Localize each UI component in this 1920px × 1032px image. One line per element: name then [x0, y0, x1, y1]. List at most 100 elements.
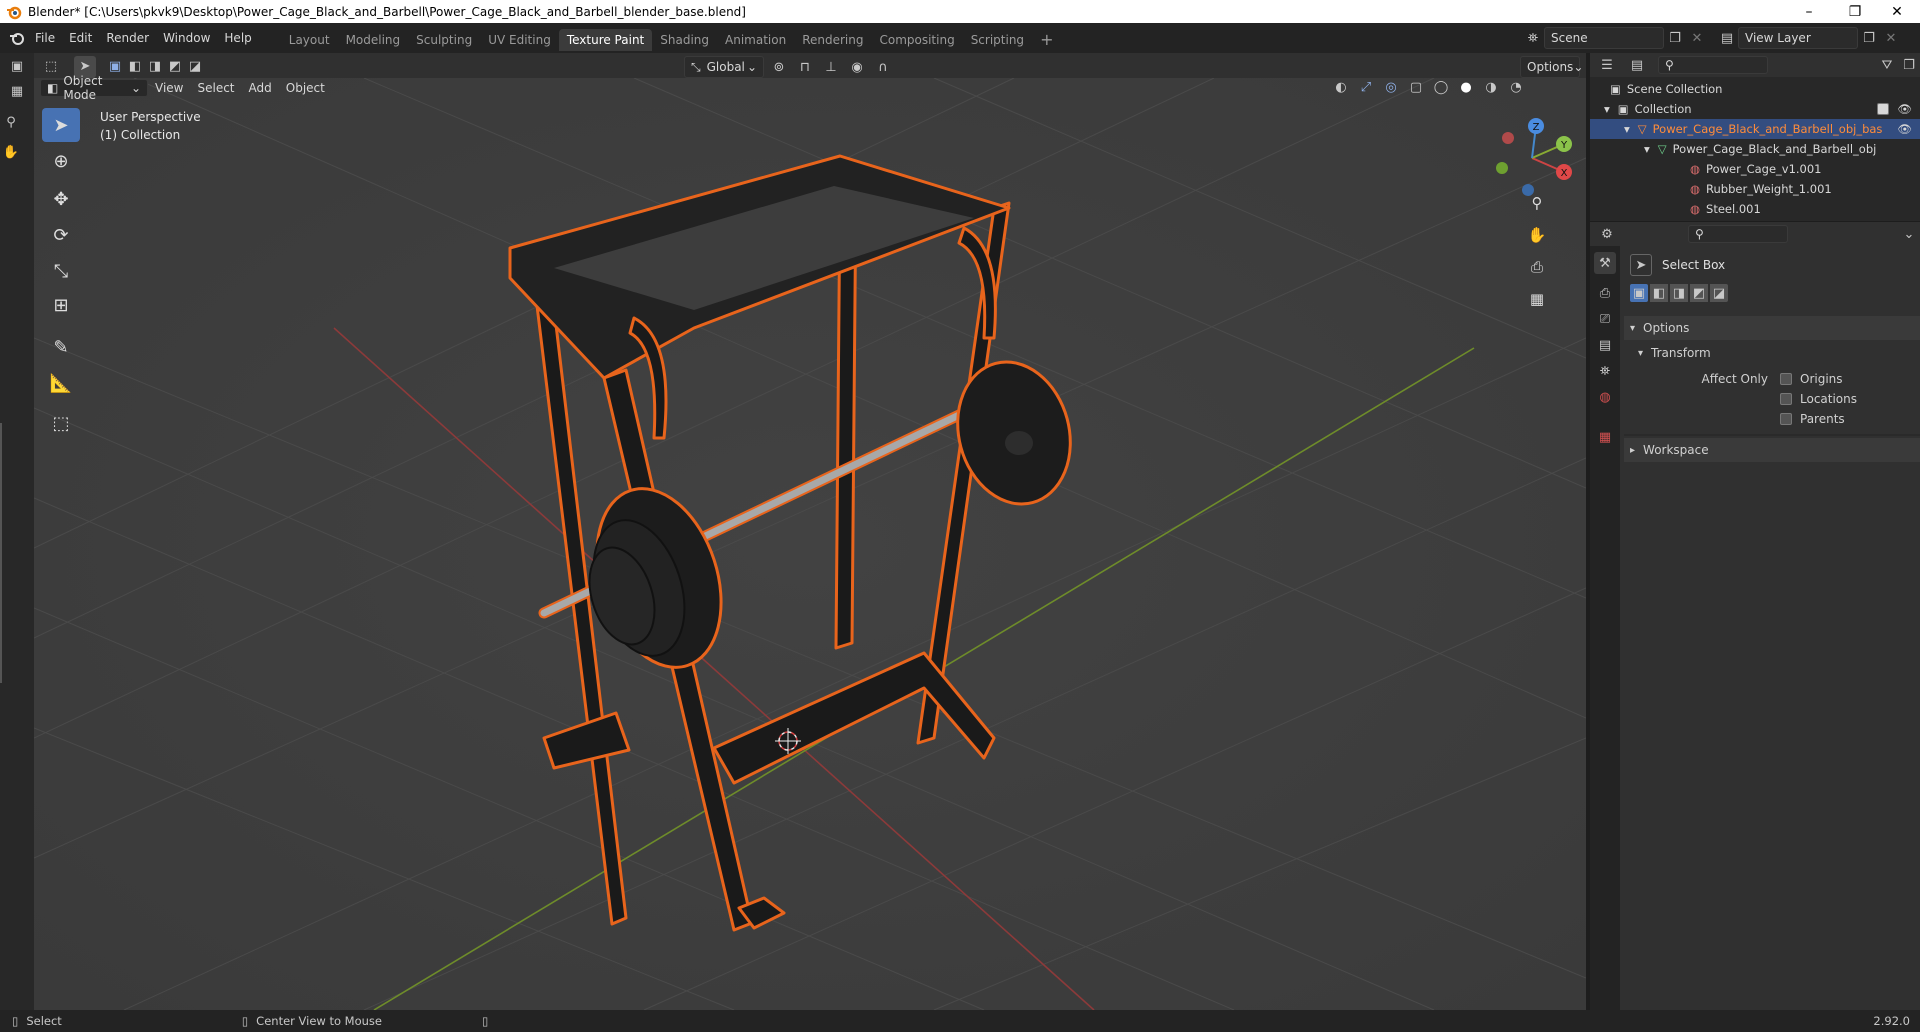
3d-viewport[interactable]: User Perspective (1) Collection X Y Z ⚲ …: [34, 78, 1586, 1010]
scene-tab-icon[interactable]: ⛯: [1594, 360, 1616, 382]
view-layer-icon[interactable]: ▤: [1716, 27, 1738, 49]
proportional-edit-icon[interactable]: ◉: [846, 56, 868, 78]
solid-shading-icon[interactable]: ●: [1455, 78, 1477, 96]
transform-subsection-header[interactable]: ▾ Transform: [1638, 342, 1920, 364]
tab-compositing[interactable]: Compositing: [871, 29, 962, 51]
orientation-dropdown[interactable]: ⤡ Global ⌄: [684, 56, 764, 78]
tab-uv-editing[interactable]: UV Editing: [480, 29, 559, 51]
maximize-button[interactable]: ❐: [1832, 0, 1878, 23]
add-cube-tool[interactable]: ⬚: [42, 406, 80, 440]
outliner-search-input[interactable]: ⚲: [1658, 56, 1768, 74]
pan-icon[interactable]: ✋: [1524, 222, 1550, 248]
wireframe-shading-icon[interactable]: ◯: [1430, 78, 1452, 96]
tab-modeling[interactable]: Modeling: [338, 29, 409, 51]
editor-type-icon[interactable]: ▣: [6, 55, 28, 77]
outliner-row-collection[interactable]: ▾ ▣ Collection 👁: [1590, 99, 1920, 119]
zoom-side-icon[interactable]: ⚲: [0, 111, 22, 133]
new-view-layer-icon[interactable]: ❐: [1858, 27, 1880, 49]
mode-set-icon[interactable]: ▣: [1630, 284, 1648, 302]
perspective-toggle-icon[interactable]: ▦: [1524, 286, 1550, 312]
xray-icon[interactable]: ▢: [1405, 78, 1427, 96]
gizmo-toggle-icon[interactable]: ⤢: [1355, 78, 1377, 96]
select-box-tool[interactable]: ➤: [42, 108, 80, 142]
workspace-section-header[interactable]: ▸ Workspace: [1624, 438, 1920, 462]
pan-side-icon[interactable]: ✋: [0, 141, 22, 163]
render-tab-icon[interactable]: ⎙: [1594, 282, 1616, 304]
overlay-toggle-icon[interactable]: ◎: [1380, 78, 1402, 96]
outliner-row-power-cage-empty[interactable]: ▾ ▽ Power_Cage_Black_and_Barbell_obj_bas…: [1590, 119, 1920, 139]
move-tool[interactable]: ✥: [42, 182, 80, 216]
tab-scripting[interactable]: Scripting: [963, 29, 1032, 51]
tab-layout[interactable]: Layout: [281, 29, 338, 51]
outliner-row-scene-collection[interactable]: ▣ Scene Collection: [1590, 79, 1920, 99]
close-window-button[interactable]: ✕: [1874, 0, 1920, 23]
viewport-menu-view[interactable]: View: [148, 78, 190, 98]
properties-editor-type-icon[interactable]: ⚙: [1596, 223, 1618, 245]
select-mode-subtract-icon[interactable]: ◨: [146, 56, 164, 78]
blender-menu-icon[interactable]: [6, 27, 28, 49]
outliner-row-mesh[interactable]: ▾ ▽ Power_Cage_Black_and_Barbell_obj: [1590, 139, 1920, 159]
options-section-header[interactable]: ▾ Options: [1624, 316, 1920, 340]
menu-render[interactable]: Render: [99, 23, 156, 53]
cursor-tool[interactable]: ⊕: [42, 144, 80, 178]
viewport-menu-add[interactable]: Add: [242, 78, 279, 98]
pivot-icon[interactable]: ⊚: [768, 56, 790, 78]
origins-checkbox[interactable]: [1780, 373, 1792, 385]
disclosure-icon[interactable]: ▾: [1604, 102, 1610, 116]
output-tab-icon[interactable]: ⎚: [1594, 308, 1616, 330]
viewport-menu-object[interactable]: Object: [279, 78, 332, 98]
object-visibility-icon[interactable]: 👁: [1897, 122, 1912, 136]
mode-extend-icon[interactable]: ◧: [1650, 284, 1668, 302]
filter-icon[interactable]: ⛛: [1876, 54, 1898, 76]
tab-shading[interactable]: Shading: [652, 29, 717, 51]
menu-help[interactable]: Help: [217, 23, 258, 53]
add-workspace-button[interactable]: +: [1032, 29, 1061, 51]
disclosure-icon[interactable]: ▾: [1644, 142, 1650, 156]
properties-options-icon[interactable]: ⌄: [1898, 223, 1920, 245]
view-layer-selector[interactable]: View Layer: [1738, 27, 1858, 49]
options-dropdown[interactable]: Options ⌄: [1520, 56, 1583, 78]
scene-selector[interactable]: Scene: [1544, 27, 1664, 49]
outliner-editor-type-icon[interactable]: ☰: [1596, 54, 1618, 76]
new-scene-icon[interactable]: ❐: [1664, 27, 1686, 49]
menu-window[interactable]: Window: [156, 23, 217, 53]
collection-visibility-icon[interactable]: 👁: [1897, 102, 1912, 116]
locations-checkbox-row[interactable]: Locations: [1780, 392, 1857, 406]
origins-checkbox-row[interactable]: Origins: [1780, 372, 1843, 386]
transform-tool[interactable]: ⊞: [42, 288, 80, 322]
tab-animation[interactable]: Animation: [717, 29, 794, 51]
visibility-icon[interactable]: ◐: [1330, 78, 1352, 96]
viewport-menu-select[interactable]: Select: [190, 78, 241, 98]
menu-file[interactable]: File: [28, 23, 62, 53]
locations-checkbox[interactable]: [1780, 393, 1792, 405]
delete-scene-icon[interactable]: ✕: [1686, 27, 1708, 49]
display-mode-icon[interactable]: ▤: [1626, 54, 1648, 76]
rotate-tool[interactable]: ⟳: [42, 218, 80, 252]
mode-invert-icon[interactable]: ◩: [1690, 284, 1708, 302]
outliner-row-material[interactable]: ◍ Rubber_Weight_1.001: [1590, 179, 1920, 199]
disclosure-icon[interactable]: ▾: [1624, 122, 1630, 136]
snap-target-icon[interactable]: ⊥: [820, 56, 842, 78]
rendered-shading-icon[interactable]: ◔: [1505, 78, 1527, 96]
delete-view-layer-icon[interactable]: ✕: [1880, 27, 1902, 49]
select-mode-intersect-icon[interactable]: ◪: [186, 56, 204, 78]
material-shading-icon[interactable]: ◑: [1480, 78, 1502, 96]
view-layer-tab-icon[interactable]: ▤: [1594, 334, 1616, 356]
scene-icon[interactable]: ⛯: [1522, 27, 1544, 49]
scale-tool[interactable]: ⤡: [42, 254, 80, 288]
world-tab-icon[interactable]: ◍: [1594, 386, 1616, 408]
properties-search-input[interactable]: ⚲: [1688, 225, 1788, 243]
mode-dropdown[interactable]: ◧ Object Mode ⌄: [40, 74, 148, 102]
tool-tab-icon[interactable]: ⚒: [1594, 252, 1616, 274]
select-mode-invert-icon[interactable]: ◩: [166, 56, 184, 78]
tab-sculpting[interactable]: Sculpting: [408, 29, 480, 51]
texture-tab-icon[interactable]: ▦: [1594, 426, 1616, 448]
texture-paint-editor-icon[interactable]: ▦: [6, 80, 28, 102]
outliner-row-material[interactable]: ◍ Steel.001: [1590, 199, 1920, 219]
parents-checkbox-row[interactable]: Parents: [1780, 412, 1845, 426]
mode-intersect-icon[interactable]: ◪: [1710, 284, 1728, 302]
zoom-icon[interactable]: ⚲: [1524, 190, 1550, 216]
editor-type-3d-icon[interactable]: ⬚: [40, 56, 62, 78]
mode-subtract-icon[interactable]: ◨: [1670, 284, 1688, 302]
measure-tool[interactable]: 📐: [42, 366, 80, 400]
